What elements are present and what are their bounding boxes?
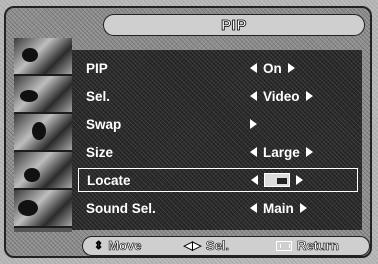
right-arrow-icon[interactable] <box>296 175 303 185</box>
menu-row-sel[interactable]: Sel. Video <box>78 84 358 108</box>
menu-row-label: Swap <box>86 116 122 132</box>
channel-category-icon[interactable] <box>14 114 72 152</box>
left-arrow-icon[interactable] <box>250 147 257 157</box>
left-arrow-icon[interactable] <box>250 203 257 213</box>
menu-row-size[interactable]: Size Large <box>78 140 358 164</box>
left-arrow-icon[interactable] <box>250 91 257 101</box>
pip-position-bottom-right-icon <box>264 173 290 187</box>
right-arrow-icon[interactable] <box>299 203 307 213</box>
menu-row-value[interactable]: Video <box>250 89 313 104</box>
menu-row-value[interactable] <box>250 119 257 129</box>
right-arrow-icon[interactable] <box>287 63 295 73</box>
menu-row-value[interactable] <box>251 173 303 187</box>
menu-row-value[interactable]: On <box>250 61 295 76</box>
help-select-label: Sel. <box>205 238 230 254</box>
return-icon <box>276 240 292 251</box>
picture-category-icon[interactable] <box>14 38 72 76</box>
menu-row-locate[interactable]: Locate <box>78 168 358 192</box>
title-pill: PIP <box>103 14 365 36</box>
help-move: ⇕ Move <box>94 238 142 254</box>
left-right-icon: ◀▶ <box>184 240 201 253</box>
right-arrow-icon[interactable] <box>250 119 257 129</box>
pip-menu-panel: PIP On Sel. Video Swap Size Large Locate… <box>72 50 362 230</box>
up-down-icon: ⇕ <box>94 240 104 253</box>
help-select: ◀▶ Sel. <box>184 238 230 254</box>
title-bar: PIP <box>6 8 370 40</box>
category-sidebar <box>14 38 72 232</box>
menu-row-label: Sound Sel. <box>86 200 156 216</box>
menu-row-label: Sel. <box>86 88 111 104</box>
menu-row-label: Locate <box>87 172 131 188</box>
left-arrow-icon[interactable] <box>250 63 257 73</box>
menu-row-sound-sel[interactable]: Sound Sel. Main <box>78 196 358 220</box>
setup-category-icon[interactable] <box>14 152 72 190</box>
help-move-label: Move <box>108 238 142 254</box>
menu-row-value[interactable]: Main <box>250 201 307 216</box>
left-arrow-icon[interactable] <box>251 175 258 185</box>
value-text: On <box>263 60 282 76</box>
menu-row-pip[interactable]: PIP On <box>78 56 358 80</box>
input-category-icon[interactable] <box>14 190 72 228</box>
pip-inset-marker <box>277 178 287 184</box>
menu-title: PIP <box>221 16 247 34</box>
menu-row-value[interactable]: Large <box>250 145 313 160</box>
osd-window: PIP PIP On Sel. Video Swap Size Large Lo… <box>4 6 372 258</box>
menu-row-swap[interactable]: Swap <box>78 112 358 136</box>
help-return-label: Return <box>297 238 339 254</box>
menu-row-label: PIP <box>86 60 108 76</box>
help-bar: ⇕ Move ◀▶ Sel. Return <box>6 232 370 256</box>
value-text: Main <box>263 200 294 216</box>
menu-row-label: Size <box>86 144 114 160</box>
right-arrow-icon[interactable] <box>305 147 313 157</box>
help-return: Return <box>276 238 339 253</box>
value-text: Video <box>263 88 300 104</box>
value-text: Large <box>263 144 300 160</box>
sound-category-icon[interactable] <box>14 76 72 114</box>
right-arrow-icon[interactable] <box>305 91 313 101</box>
